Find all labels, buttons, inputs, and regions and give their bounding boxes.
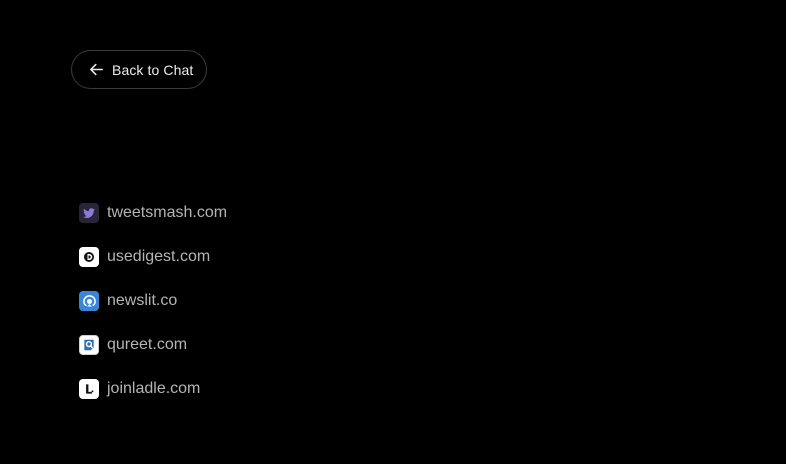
sources-page: Back to Chat tweetsmash.com usedigest.co… [0,0,786,464]
site-link-tweetsmash[interactable]: tweetsmash.com [79,202,227,224]
qureet-favicon-icon [79,335,99,355]
source-site-list: tweetsmash.com usedigest.com newslit.co … [79,202,227,422]
site-link-qureet[interactable]: qureet.com [79,334,227,356]
site-link-newslit[interactable]: newslit.co [79,290,227,312]
tweetsmash-favicon-icon [79,203,99,223]
usedigest-favicon-icon [79,247,99,267]
newslit-favicon-icon [79,291,99,311]
arrow-left-icon [88,61,105,78]
back-to-chat-label: Back to Chat [112,61,194,78]
site-label: qureet.com [107,336,188,353]
site-label: tweetsmash.com [107,204,228,221]
site-label: newslit.co [107,292,178,309]
site-label: usedigest.com [107,248,211,265]
site-link-usedigest[interactable]: usedigest.com [79,246,227,268]
site-label: joinladle.com [107,380,201,397]
site-link-joinladle[interactable]: joinladle.com [79,378,227,400]
joinladle-favicon-icon [79,379,99,399]
back-to-chat-button[interactable]: Back to Chat [71,50,207,89]
